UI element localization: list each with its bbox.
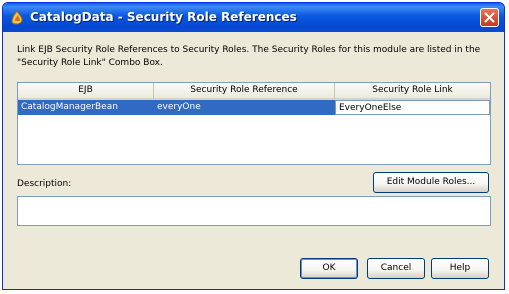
- window-title: CatalogData - Security Role References: [30, 10, 297, 24]
- security-role-link-combo[interactable]: EveryOneElse: [335, 100, 490, 115]
- description-label: Description:: [17, 179, 72, 189]
- table-header: EJB Security Role Reference Security Rol…: [18, 83, 490, 100]
- help-button[interactable]: Help: [431, 258, 489, 279]
- edit-module-roles-button[interactable]: Edit Module Roles...: [373, 172, 489, 193]
- ok-button[interactable]: OK: [300, 258, 358, 279]
- close-icon: [484, 12, 495, 23]
- description-textarea[interactable]: [17, 196, 491, 226]
- column-header-security-role-reference[interactable]: Security Role Reference: [154, 83, 335, 100]
- column-header-security-role-link[interactable]: Security Role Link: [335, 83, 490, 100]
- table-row[interactable]: CatalogManagerBean everyOne EveryOneElse: [18, 100, 490, 115]
- cancel-button[interactable]: Cancel: [367, 258, 425, 279]
- instructions-text: Link EJB Security Role References to Sec…: [17, 45, 481, 68]
- dialog-window: CatalogData - Security Role References L…: [2, 2, 505, 290]
- column-header-ejb[interactable]: EJB: [18, 83, 154, 100]
- security-role-table[interactable]: EJB Security Role Reference Security Rol…: [17, 82, 491, 165]
- title-bar[interactable]: CatalogData - Security Role References: [3, 3, 504, 32]
- cell-security-role-reference[interactable]: everyOne: [154, 100, 335, 115]
- close-button[interactable]: [480, 8, 499, 27]
- cell-ejb[interactable]: CatalogManagerBean: [18, 100, 154, 115]
- app-icon: [11, 9, 23, 25]
